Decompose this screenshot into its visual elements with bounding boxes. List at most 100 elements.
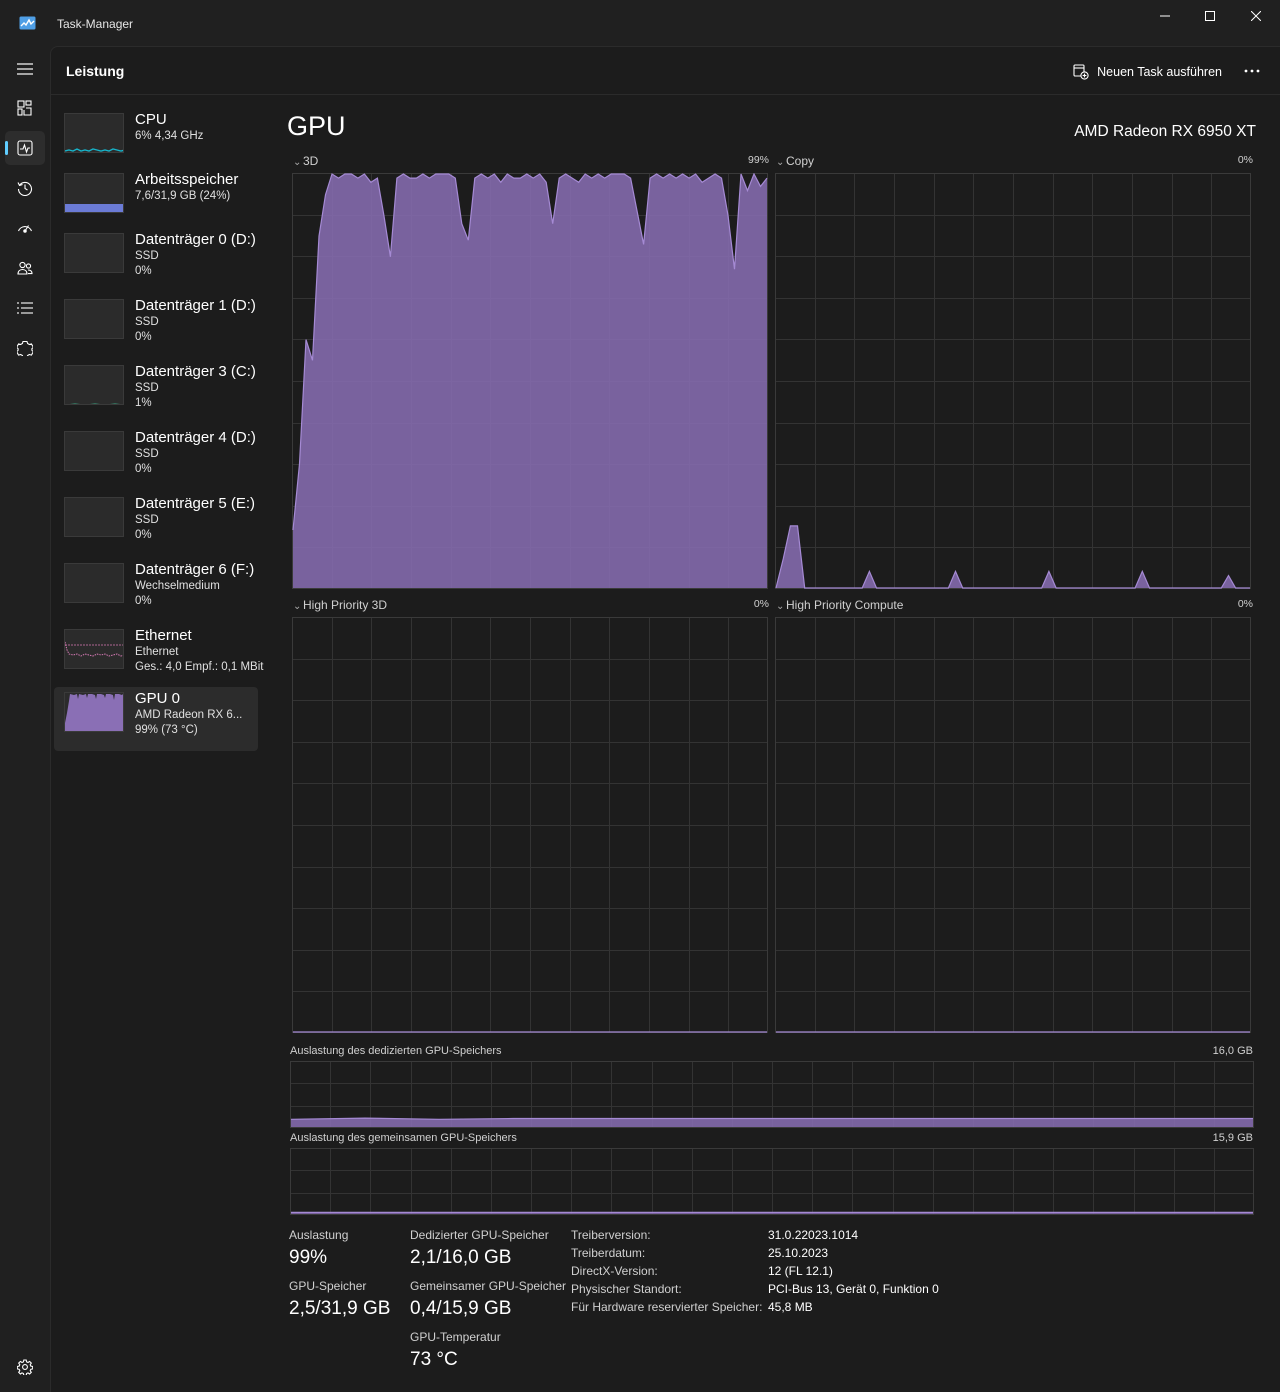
- dedicated-memory-stat-value: 2,1/16,0 GB: [410, 1247, 512, 1268]
- resource-name: CPU: [135, 111, 167, 128]
- memory-thumbnail-graph: [64, 173, 124, 213]
- close-button[interactable]: [1233, 0, 1279, 32]
- usage-area: [293, 174, 767, 588]
- hardware-reserved-memory-label: Für Hardware reservierter Speicher:: [571, 1300, 763, 1314]
- resource-usage: 0%: [135, 463, 152, 475]
- gpu-thumbnail-area: [65, 694, 123, 731]
- resource-item-ethernet[interactable]: Ethernet Ethernet Ges.: 4,0 Empf.: 0,1 M…: [54, 624, 263, 688]
- nav-performance[interactable]: [5, 131, 45, 165]
- more-icon: [1244, 69, 1260, 73]
- resource-type: SSD: [135, 448, 159, 460]
- dedicated-memory-stat-label: Dedizierter GPU-Speicher: [410, 1228, 549, 1242]
- resource-name: Ethernet: [135, 627, 192, 644]
- minimize-icon: [1160, 15, 1170, 17]
- nav-app-history[interactable]: [5, 171, 45, 205]
- memory-thumbnail-fill: [65, 204, 123, 212]
- cpu-thumbnail-line: [65, 148, 123, 152]
- hamburger-menu-button[interactable]: [5, 52, 45, 86]
- resource-usage: 1%: [135, 397, 152, 409]
- menu-icon: [17, 63, 33, 75]
- hardware-reserved-memory-value: 45,8 MB: [768, 1300, 813, 1314]
- chevron-down-icon: ⌄: [776, 157, 785, 168]
- shared-memory-max: 15,9 GB: [1212, 1132, 1253, 1144]
- resource-detail: 7,6/31,9 GB (24%): [135, 190, 231, 202]
- chevron-down-icon: ⌄: [293, 601, 302, 612]
- driver-date-value: 25.10.2023: [768, 1246, 829, 1260]
- resource-item-disk-3[interactable]: Datenträger 3 (C:) SSD 1%: [54, 360, 258, 424]
- ethernet-thumbnail-graph: [64, 629, 124, 669]
- resource-item-disk-5[interactable]: Datenträger 5 (E:) SSD 0%: [54, 492, 258, 556]
- resource-name: Datenträger 3 (C:): [135, 363, 256, 380]
- directx-version-value: 12 (FL 12.1): [768, 1264, 833, 1278]
- graph-copy: [775, 173, 1251, 589]
- chevron-down-icon: ⌄: [776, 601, 785, 612]
- physical-location-value: PCI-Bus 13, Gerät 0, Funktion 0: [768, 1282, 939, 1296]
- page-header: Leistung Neuen Task ausführen: [51, 47, 1280, 95]
- resource-item-disk-4[interactable]: Datenträger 4 (D:) SSD 0%: [54, 426, 258, 490]
- users-icon: [17, 261, 33, 275]
- content-area: Leistung Neuen Task ausführen CPU 6% 4,3…: [50, 46, 1280, 1392]
- dedicated-memory-max: 16,0 GB: [1212, 1045, 1253, 1057]
- resource-name: GPU 0: [135, 690, 181, 707]
- nav-startup-apps[interactable]: [5, 211, 45, 245]
- resource-usage: 0%: [135, 595, 152, 607]
- gpu-temperature-value: 73 °C: [410, 1349, 458, 1370]
- performance-icon: [17, 140, 33, 156]
- run-new-task-label: Neuen Task ausführen: [1097, 65, 1222, 79]
- resource-item-disk-1[interactable]: Datenträger 1 (D:) SSD 0%: [54, 294, 258, 358]
- shared-memory-stat-label: Gemeinsamer GPU-Speicher: [410, 1279, 567, 1293]
- nav-services[interactable]: [5, 331, 45, 365]
- title-bar: Task-Manager: [0, 0, 1280, 46]
- window-title: Task-Manager: [57, 17, 134, 31]
- utilization-label: Auslastung: [289, 1228, 349, 1242]
- resource-item-disk-0[interactable]: Datenträger 0 (D:) SSD 0%: [54, 228, 258, 292]
- resource-model: AMD Radeon RX 6...: [135, 709, 243, 721]
- engine-selector-copy[interactable]: ⌄ Copy: [776, 154, 814, 168]
- disk-thumbnail-graph: [64, 299, 124, 339]
- driver-version-label: Treiberversion:: [571, 1228, 651, 1242]
- graph-shared-memory: [290, 1148, 1254, 1215]
- maximize-button[interactable]: [1187, 0, 1233, 32]
- nav-details[interactable]: [5, 291, 45, 325]
- nav-processes[interactable]: [5, 91, 45, 125]
- engine-selector-high-priority-3d[interactable]: ⌄ High Priority 3D: [293, 598, 387, 612]
- graph-dedicated-memory: [290, 1061, 1254, 1128]
- resource-type: Wechselmedium: [135, 580, 220, 592]
- resource-name: Datenträger 0 (D:): [135, 231, 256, 248]
- resource-item-gpu-0[interactable]: GPU 0 AMD Radeon RX 6... 99% (73 °C): [54, 687, 258, 751]
- startup-apps-icon: [17, 225, 33, 233]
- resource-name: Datenträger 5 (E:): [135, 495, 256, 512]
- engine-percent: 99%: [747, 154, 769, 166]
- physical-location-label: Physischer Standort:: [571, 1282, 682, 1296]
- graph-3d: [292, 173, 768, 589]
- resource-item-memory[interactable]: Arbeitsspeicher 7,6/31,9 GB (24%): [54, 168, 258, 232]
- resource-item-cpu[interactable]: CPU 6% 4,34 GHz: [54, 108, 258, 172]
- more-options-button[interactable]: [1242, 61, 1262, 81]
- engine-selector-3d[interactable]: ⌄ 3D: [293, 154, 318, 168]
- driver-version-value: 31.0.22023.1014: [768, 1228, 859, 1242]
- resource-name: Arbeitsspeicher: [135, 171, 239, 188]
- gpu-memory-label: GPU-Speicher: [289, 1279, 367, 1293]
- nav-users[interactable]: [5, 251, 45, 285]
- run-new-task-button[interactable]: Neuen Task ausführen: [1073, 62, 1222, 82]
- engine-label: 3D: [303, 154, 319, 168]
- disk-thumbnail-graph: [64, 233, 124, 273]
- directx-version-label: DirectX-Version:: [571, 1264, 658, 1278]
- minimize-button[interactable]: [1142, 0, 1188, 32]
- driver-date-label: Treiberdatum:: [571, 1246, 646, 1260]
- dedicated-memory-label: Auslastung des dedizierten GPU-Speichers: [290, 1045, 502, 1057]
- resource-usage: 0%: [135, 331, 152, 343]
- close-icon: [1251, 11, 1261, 21]
- resource-type: SSD: [135, 316, 159, 328]
- engine-selector-high-priority-compute[interactable]: ⌄ High Priority Compute: [776, 598, 903, 612]
- resource-type: Ethernet: [135, 646, 179, 658]
- gpu-model-name: AMD Radeon RX 6950 XT: [1074, 123, 1256, 140]
- engine-percent: 0%: [753, 598, 769, 610]
- engine-percent: 0%: [1237, 598, 1253, 610]
- utilization-value: 99%: [289, 1247, 328, 1268]
- settings-button[interactable]: [5, 1350, 45, 1384]
- resource-item-disk-6[interactable]: Datenträger 6 (F:) Wechselmedium 0%: [54, 558, 258, 622]
- resource-name: Datenträger 6 (F:): [135, 561, 255, 578]
- gpu-temperature-label: GPU-Temperatur: [410, 1330, 501, 1344]
- navigation-rail: [0, 46, 50, 1392]
